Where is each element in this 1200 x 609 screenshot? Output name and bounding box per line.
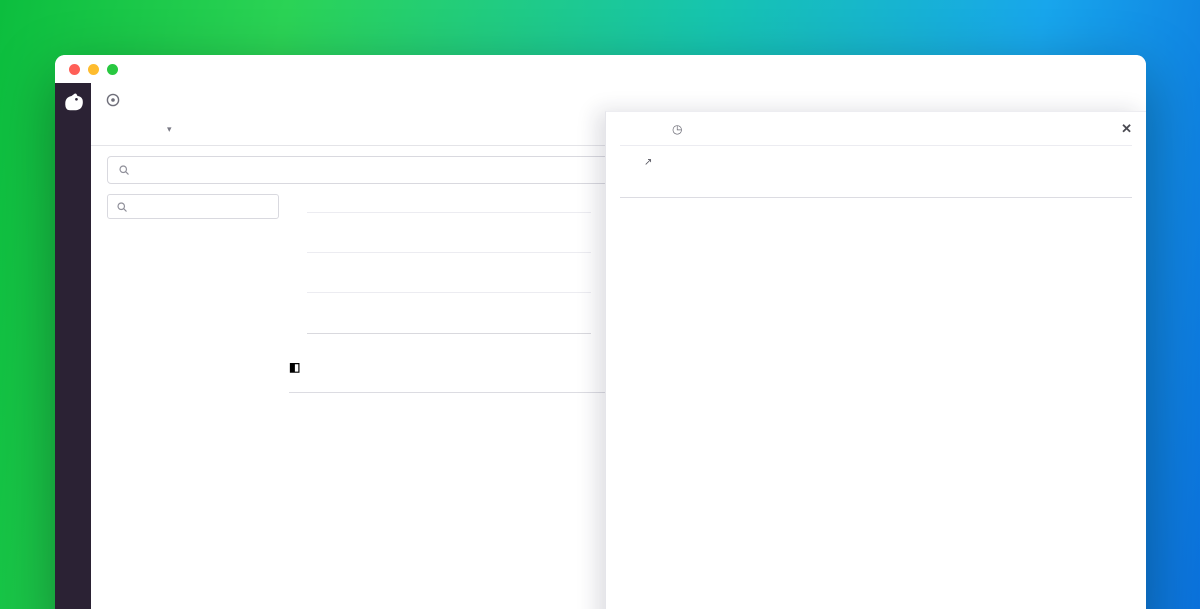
chevron-down-icon: ▾ <box>167 124 172 135</box>
left-nav-rail <box>55 83 91 609</box>
app-window: ▾ <box>55 55 1146 609</box>
status-badge <box>620 126 664 133</box>
x-axis-ticks <box>307 333 591 349</box>
window-body: ▾ <box>55 83 1146 609</box>
collapse-panel-icon: ◧ <box>289 360 300 374</box>
facet-search-input[interactable] <box>107 194 279 219</box>
tab-dashboards[interactable]: ▾ <box>163 117 178 145</box>
datadog-logo[interactable] <box>61 90 85 114</box>
detail-header: ◷ ✕ <box>620 112 1132 146</box>
test-results-header <box>620 185 1132 198</box>
close-panel-button[interactable]: ✕ <box>1121 121 1132 137</box>
y-axis-ticks <box>289 210 307 334</box>
search-icon <box>118 164 130 176</box>
facets-panel <box>107 194 289 609</box>
close-window-button[interactable] <box>69 64 80 75</box>
maximize-window-button[interactable] <box>107 64 118 75</box>
clock-icon: ◷ <box>672 122 682 136</box>
results-summary-text <box>620 173 1132 185</box>
window-titlebar <box>55 55 1146 83</box>
pipeline-link[interactable]: ↗ <box>644 154 652 171</box>
batch-detail-panel: ◷ ✕ ↗ <box>605 111 1146 609</box>
search-icon <box>116 201 128 213</box>
search-input[interactable] <box>107 156 612 184</box>
test-results-table <box>620 185 1132 198</box>
external-link-icon: ↗ <box>644 157 652 168</box>
detail-meta: ↗ <box>620 146 1132 173</box>
chart-plot-area <box>307 210 591 334</box>
gridline <box>307 292 591 293</box>
minimize-window-button[interactable] <box>88 64 99 75</box>
gridline <box>307 212 591 213</box>
synthetic-monitoring-icon <box>105 92 121 108</box>
hide-controls-button[interactable]: ◧ <box>289 360 305 374</box>
gridline <box>307 252 591 253</box>
